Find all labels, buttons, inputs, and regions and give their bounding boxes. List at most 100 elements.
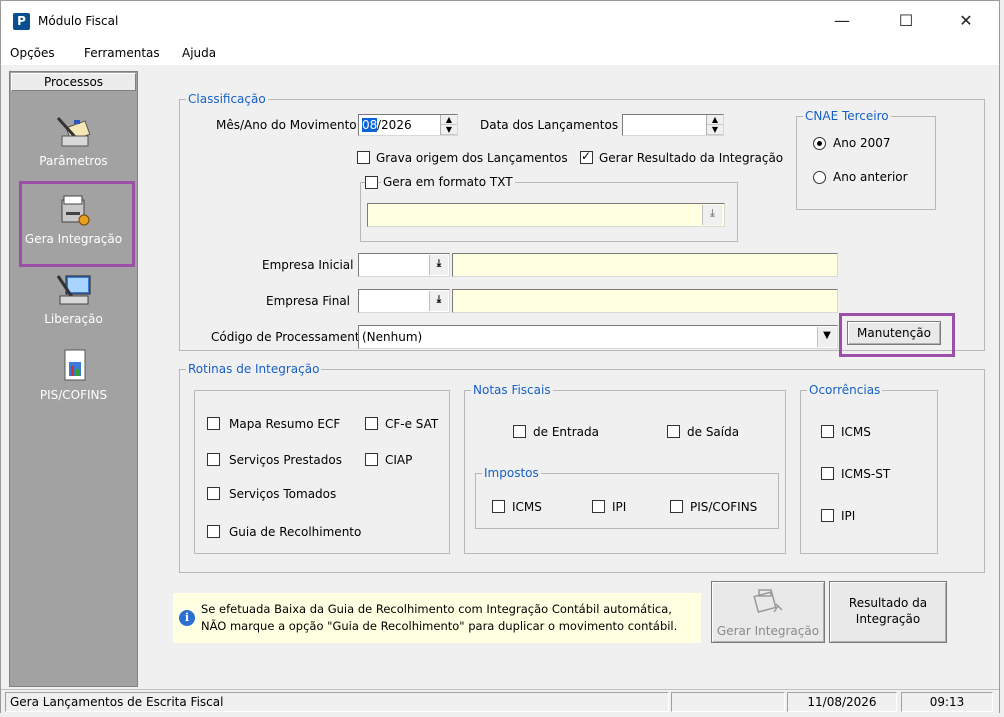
impostos-ipi-label: IPI bbox=[612, 500, 627, 514]
title-bar: P Módulo Fiscal — ☐ ✕ bbox=[1, 1, 999, 41]
app-logo-icon: P bbox=[13, 13, 30, 30]
guia-recolhimento-label: Guia de Recolhimento bbox=[229, 525, 362, 539]
highlight-manutencao bbox=[839, 313, 955, 357]
status-time: 09:13 bbox=[901, 692, 993, 712]
release-icon bbox=[56, 275, 90, 305]
menu-bar: Opções Ferramentas Ajuda bbox=[1, 41, 999, 65]
resultado-integracao-button[interactable]: Resultado da Integração bbox=[829, 581, 947, 643]
mes-ano-input[interactable]: 08 /2026 ▲ ▼ bbox=[358, 114, 458, 136]
empresa-final-dropdown-icon[interactable]: ⤓ bbox=[429, 291, 448, 311]
empresa-final-name-field bbox=[452, 289, 838, 313]
notas-title: Notas Fiscais bbox=[471, 383, 553, 397]
menu-ajuda[interactable]: Ajuda bbox=[182, 46, 216, 60]
gerar-integracao-button[interactable]: Gerar Integração bbox=[711, 581, 825, 643]
empresa-inicial-name-field bbox=[452, 253, 838, 277]
gerar-integracao-icon bbox=[753, 589, 783, 613]
window-title: Módulo Fiscal bbox=[38, 14, 119, 28]
ocorrencias-icms-st-label: ICMS-ST bbox=[841, 467, 891, 481]
impostos-group: Impostos ICMS IPI PIS/COFINS bbox=[475, 466, 779, 529]
cnae-ano-2007-radio[interactable] bbox=[813, 137, 826, 150]
cnae-ano-anterior-radio[interactable] bbox=[813, 171, 826, 184]
servicos-prestados-checkbox[interactable] bbox=[207, 453, 220, 466]
txt-path-input[interactable]: ⤓ bbox=[367, 203, 725, 227]
info-line-1: Se efetuada Baixa da Guia de Recolhiment… bbox=[201, 602, 672, 616]
empresa-inicial-dropdown-icon[interactable]: ⤓ bbox=[429, 255, 448, 275]
grava-origem-label: Grava origem dos Lançamentos bbox=[376, 151, 568, 165]
main-window: P Módulo Fiscal — ☐ ✕ Opções Ferramentas… bbox=[0, 0, 1000, 713]
empresa-inicial-label: Empresa Inicial bbox=[262, 258, 354, 272]
cnae-terceiro-group: CNAE Terceiro Ano 2007 Ano anterior bbox=[796, 109, 936, 210]
cfe-sat-checkbox[interactable] bbox=[365, 417, 378, 430]
txt-path-dropdown-icon[interactable]: ⤓ bbox=[702, 205, 722, 225]
status-bar: Gera Lançamentos de Escrita Fiscal 11/08… bbox=[1, 689, 999, 713]
data-lancamentos-spinner[interactable]: ▲ ▼ bbox=[706, 115, 723, 135]
menu-opcoes[interactable]: Opções bbox=[10, 46, 55, 60]
sidebar-item-pis-cofins[interactable]: PIS/COFINS bbox=[11, 348, 136, 402]
ocorrencias-ipi-label: IPI bbox=[841, 509, 856, 523]
status-date: 11/08/2026 bbox=[787, 692, 897, 712]
gera-txt-checkbox[interactable] bbox=[365, 176, 378, 189]
ocorrencias-ipi-checkbox[interactable] bbox=[821, 509, 834, 522]
sidebar-item-parametros[interactable]: Parâmetros bbox=[11, 114, 136, 168]
content-panel: Classificação Mês/Ano do Movimento 08 /2… bbox=[139, 71, 997, 687]
process-sidebar: Processos Parâmetros Gera Integração Lib… bbox=[9, 71, 138, 687]
cnae-ano-2007-label: Ano 2007 bbox=[833, 136, 891, 150]
ocorrencias-title: Ocorrências bbox=[807, 383, 883, 397]
impostos-ipi-checkbox[interactable] bbox=[592, 500, 605, 513]
empresa-inicial-code-input[interactable]: ⤓ bbox=[358, 253, 450, 277]
pis-cofins-icon bbox=[64, 349, 85, 381]
rotinas-list-box: Mapa Resumo ECF CF-e SAT Serviços Presta… bbox=[194, 390, 450, 554]
resultado-line-2: Integração bbox=[855, 612, 921, 626]
notas-entrada-label: de Entrada bbox=[533, 425, 599, 439]
impostos-pis-cofins-checkbox[interactable] bbox=[670, 500, 683, 513]
maximize-button[interactable]: ☐ bbox=[883, 1, 929, 41]
servicos-tomados-label: Serviços Tomados bbox=[229, 487, 337, 501]
gerar-resultado-label: Gerar Resultado da Integração bbox=[599, 151, 784, 165]
info-line-2: NÃO marque a opção "Guia de Recolhimento… bbox=[201, 619, 678, 633]
cnae-ano-anterior-label: Ano anterior bbox=[833, 170, 908, 184]
codigo-dropdown-icon[interactable]: ▼ bbox=[817, 327, 836, 347]
empresa-final-code-input[interactable]: ⤓ bbox=[358, 289, 450, 313]
minimize-button[interactable]: — bbox=[819, 1, 865, 41]
sidebar-item-label: PIS/COFINS bbox=[39, 388, 108, 402]
close-button[interactable]: ✕ bbox=[943, 1, 989, 41]
notas-entrada-checkbox[interactable] bbox=[513, 425, 526, 438]
sidebar-item-label: Parâmetros bbox=[39, 154, 108, 168]
status-pane-empty bbox=[671, 692, 785, 712]
ocorrencias-icms-checkbox[interactable] bbox=[821, 425, 834, 438]
mes-ano-spinner[interactable]: ▲ ▼ bbox=[440, 115, 457, 135]
mapa-resumo-ecf-label: Mapa Resumo ECF bbox=[229, 417, 341, 431]
empresa-final-label: Empresa Final bbox=[266, 294, 351, 308]
grava-origem-checkbox[interactable] bbox=[357, 151, 370, 164]
guia-recolhimento-checkbox[interactable] bbox=[207, 525, 220, 538]
menu-ferramentas[interactable]: Ferramentas bbox=[84, 46, 160, 60]
mapa-resumo-ecf-checkbox[interactable] bbox=[207, 417, 220, 430]
servicos-tomados-checkbox[interactable] bbox=[207, 487, 220, 500]
servicos-prestados-label: Serviços Prestados bbox=[229, 453, 342, 467]
sidebar-item-liberacao[interactable]: Liberação bbox=[11, 272, 136, 326]
notas-fiscais-group: Notas Fiscais de Entrada de Saída Impost… bbox=[464, 383, 786, 554]
sidebar-item-label: Liberação bbox=[44, 312, 103, 326]
info-icon: i bbox=[179, 610, 195, 626]
rotinas-integracao-group: Rotinas de Integração Mapa Resumo ECF CF… bbox=[179, 362, 985, 573]
impostos-title: Impostos bbox=[482, 466, 541, 480]
codigo-processamento-label: Código de Processamento bbox=[211, 330, 367, 344]
ocorrencias-icms-label: ICMS bbox=[841, 425, 871, 439]
cfe-sat-label: CF-e SAT bbox=[385, 417, 439, 431]
notas-saida-checkbox[interactable] bbox=[667, 425, 680, 438]
gera-txt-label: Gera em formato TXT bbox=[381, 175, 515, 189]
data-lancamentos-input[interactable]: ▲ ▼ bbox=[622, 114, 724, 136]
gerar-integracao-label: Gerar Integração bbox=[716, 624, 820, 638]
highlight-gera-integracao bbox=[19, 181, 135, 267]
data-lancamentos-label: Data dos Lançamentos bbox=[480, 118, 619, 132]
gerar-resultado-checkbox[interactable] bbox=[580, 149, 593, 164]
gera-txt-group: Gera em formato TXT ⤓ bbox=[360, 175, 738, 242]
ciap-label: CIAP bbox=[385, 453, 413, 467]
ocorrencias-icms-st-checkbox[interactable] bbox=[821, 467, 834, 480]
cnae-title: CNAE Terceiro bbox=[803, 109, 891, 123]
impostos-icms-checkbox[interactable] bbox=[492, 500, 505, 513]
ciap-checkbox[interactable] bbox=[365, 453, 378, 466]
codigo-processamento-select[interactable]: (Nenhum) ▼ bbox=[358, 325, 838, 349]
impostos-pis-cofins-label: PIS/COFINS bbox=[690, 500, 758, 514]
resultado-line-1: Resultado da bbox=[848, 596, 928, 610]
